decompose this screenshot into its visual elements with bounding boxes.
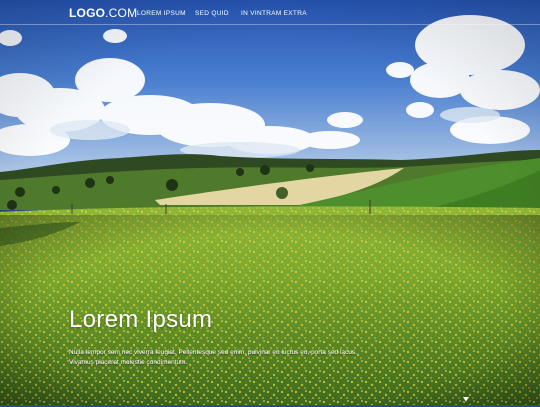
- logo-text-light: .COM: [105, 6, 138, 20]
- logo-text-bold: LOGO: [69, 6, 106, 20]
- top-navigation-bar: LOGO.COM LOREM IPSUM SED QUID IN VINTRAM…: [0, 0, 540, 25]
- down-arrow-icon[interactable]: [463, 389, 469, 402]
- hero-title: Lorem Ipsum: [69, 306, 213, 333]
- site-logo[interactable]: LOGO.COM: [69, 6, 137, 20]
- nav-link-in-vintram-extra[interactable]: IN VINTRAM EXTRA: [241, 10, 307, 17]
- hero-background-image: [0, 0, 540, 405]
- hero-description: Nulla tempor sem nec viverra feugiat. Pe…: [69, 349, 357, 366]
- nav-link-lorem-ipsum[interactable]: LOREM IPSUM: [137, 10, 186, 17]
- nav-link-sed-quid[interactable]: SED QUID: [195, 10, 229, 17]
